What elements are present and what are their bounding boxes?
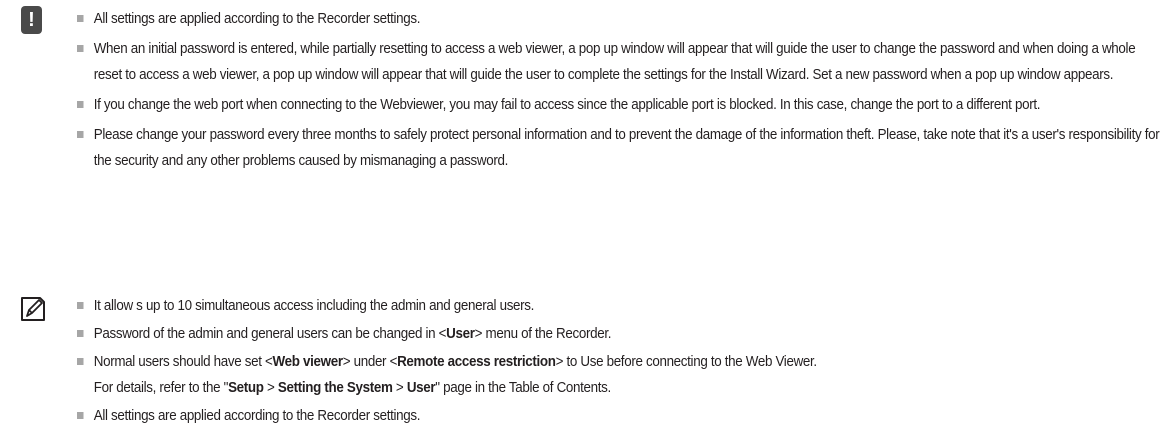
text-run: > under < [342, 354, 398, 370]
bullet-icon [77, 330, 84, 337]
item-text: If you change the web port when connecti… [93, 97, 1041, 113]
item-text: It allow s up to 10 simultaneous access … [93, 298, 535, 314]
list-item: It allow s up to 10 simultaneous access … [77, 293, 1163, 319]
menu-name: Remote access restriction [397, 354, 556, 370]
exclamation-icon: ! [21, 6, 42, 34]
item-text: All settings are applied according to th… [93, 11, 421, 27]
text-run: Password of the admin and general users … [93, 326, 447, 342]
item-text: When an initial password is entered, whi… [93, 41, 1136, 83]
menu-name: Setup [228, 380, 264, 396]
list-item: If you change the web port when connecti… [77, 92, 1163, 118]
bullet-icon [77, 302, 84, 309]
item-text: Normal users should have set <Web viewer… [94, 354, 817, 396]
manual-page: ! All settings are applied according to … [0, 0, 1172, 443]
text-run: > [263, 380, 278, 396]
text-run: > [392, 380, 407, 396]
caution-list: All settings are applied according to th… [77, 6, 1162, 178]
bullet-icon [77, 131, 84, 138]
item-text: Password of the admin and general users … [93, 326, 612, 342]
list-item: Normal users should have set <Web viewer… [77, 349, 1163, 401]
menu-name: User [406, 380, 436, 396]
text-run: > to Use before connecting to the Web Vi… [555, 354, 818, 370]
text-run: " page in the Table of Contents. [435, 380, 611, 396]
list-item: When an initial password is entered, whi… [77, 36, 1163, 88]
note-pencil-icon [21, 297, 45, 321]
menu-name: User [446, 326, 475, 342]
list-item: Please change your password every three … [77, 122, 1163, 174]
item-text: All settings are applied according to th… [93, 408, 421, 424]
text-run: For details, refer to the " [93, 380, 229, 396]
note-list: It allow s up to 10 simultaneous access … [77, 293, 1162, 431]
item-text: Please change your password every three … [93, 127, 1160, 169]
list-item: All settings are applied according to th… [77, 403, 1163, 429]
menu-name: Setting the System [277, 380, 393, 396]
bullet-icon [77, 412, 84, 419]
list-item: All settings are applied according to th… [77, 6, 1163, 32]
text-run: Normal users should have set < [93, 354, 273, 370]
list-item: Password of the admin and general users … [77, 321, 1163, 347]
bullet-icon [77, 45, 84, 52]
menu-name: Web viewer [272, 354, 343, 370]
text-run: > menu of the Recorder. [474, 326, 612, 342]
bullet-icon [77, 15, 84, 22]
bullet-icon [77, 358, 84, 365]
bullet-icon [77, 101, 84, 108]
